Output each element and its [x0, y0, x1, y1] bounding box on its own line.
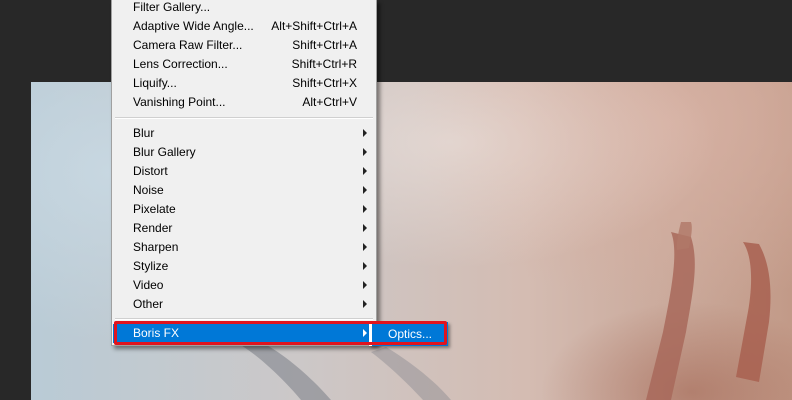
- menu-item-filter-gallery[interactable]: Filter Gallery...: [113, 0, 375, 17]
- menu-item-sharpen[interactable]: Sharpen: [113, 238, 375, 257]
- filter-menu: Filter Gallery... Adaptive Wide Angle...…: [111, 0, 377, 346]
- menu-item-video[interactable]: Video: [113, 276, 375, 295]
- menu-item-vanishing-point[interactable]: Vanishing Point... Alt+Ctrl+V: [113, 93, 375, 112]
- menu-item-blur-gallery[interactable]: Blur Gallery: [113, 143, 375, 162]
- submenu-arrow-icon: [363, 329, 367, 337]
- menu-item-label: Adaptive Wide Angle...: [133, 19, 254, 33]
- submenu-arrow-icon: [363, 224, 367, 232]
- submenu-arrow-icon: [363, 129, 367, 137]
- submenu-arrow-icon: [363, 186, 367, 194]
- menu-separator: [115, 117, 373, 119]
- menu-item-label: Camera Raw Filter...: [133, 38, 243, 52]
- submenu-arrow-icon: [363, 148, 367, 156]
- menu-item-shortcut: Shift+Ctrl+X: [292, 76, 357, 90]
- menu-item-label: Blur: [133, 126, 155, 140]
- menu-item-label: Render: [133, 221, 173, 235]
- menu-item-label: Stylize: [133, 259, 169, 273]
- menu-item-liquify[interactable]: Liquify... Shift+Ctrl+X: [113, 74, 375, 93]
- submenu-arrow-icon: [363, 205, 367, 213]
- menu-item-label: Boris FX: [133, 326, 180, 340]
- submenu-arrow-icon: [363, 281, 367, 289]
- boris-fx-submenu: Optics...: [369, 322, 448, 346]
- menu-item-label: Vanishing Point...: [133, 95, 226, 109]
- menu-item-distort[interactable]: Distort: [113, 162, 375, 181]
- menu-item-label: Liquify...: [133, 76, 177, 90]
- menu-item-camera-raw-filter[interactable]: Camera Raw Filter... Shift+Ctrl+A: [113, 36, 375, 55]
- menu-item-label: Lens Correction...: [133, 57, 228, 71]
- submenu-arrow-icon: [363, 300, 367, 308]
- menu-item-shortcut: Shift+Ctrl+A: [292, 38, 357, 52]
- menu-item-render[interactable]: Render: [113, 219, 375, 238]
- menu-item-pixelate[interactable]: Pixelate: [113, 200, 375, 219]
- menu-item-stylize[interactable]: Stylize: [113, 257, 375, 276]
- menu-item-label: Pixelate: [133, 202, 176, 216]
- menu-item-other[interactable]: Other: [113, 295, 375, 314]
- submenu-arrow-icon: [363, 167, 367, 175]
- submenu-arrow-icon: [363, 262, 367, 270]
- menu-item-blur[interactable]: Blur: [113, 124, 375, 143]
- submenu-arrow-icon: [363, 243, 367, 251]
- menu-separator: [115, 318, 373, 320]
- menu-item-boris-fx[interactable]: Boris FX: [113, 324, 375, 343]
- submenu-item-optics[interactable]: Optics...: [388, 327, 432, 341]
- menu-item-lens-correction[interactable]: Lens Correction... Shift+Ctrl+R: [113, 55, 375, 74]
- menu-item-label: Other: [133, 297, 164, 311]
- menu-item-noise[interactable]: Noise: [113, 181, 375, 200]
- menu-item-label: Distort: [133, 164, 168, 178]
- menu-item-shortcut: Shift+Ctrl+R: [291, 57, 357, 71]
- menu-item-shortcut: Alt+Shift+Ctrl+A: [271, 19, 357, 33]
- menu-item-shortcut: Alt+Ctrl+V: [302, 95, 357, 109]
- menu-item-label: Filter Gallery...: [133, 0, 211, 14]
- menu-item-label: Video: [133, 278, 164, 292]
- menu-item-label: Blur Gallery: [133, 145, 196, 159]
- menu-item-label: Sharpen: [133, 240, 179, 254]
- menu-item-adaptive-wide-angle[interactable]: Adaptive Wide Angle... Alt+Shift+Ctrl+A: [113, 17, 375, 36]
- menu-item-label: Noise: [133, 183, 164, 197]
